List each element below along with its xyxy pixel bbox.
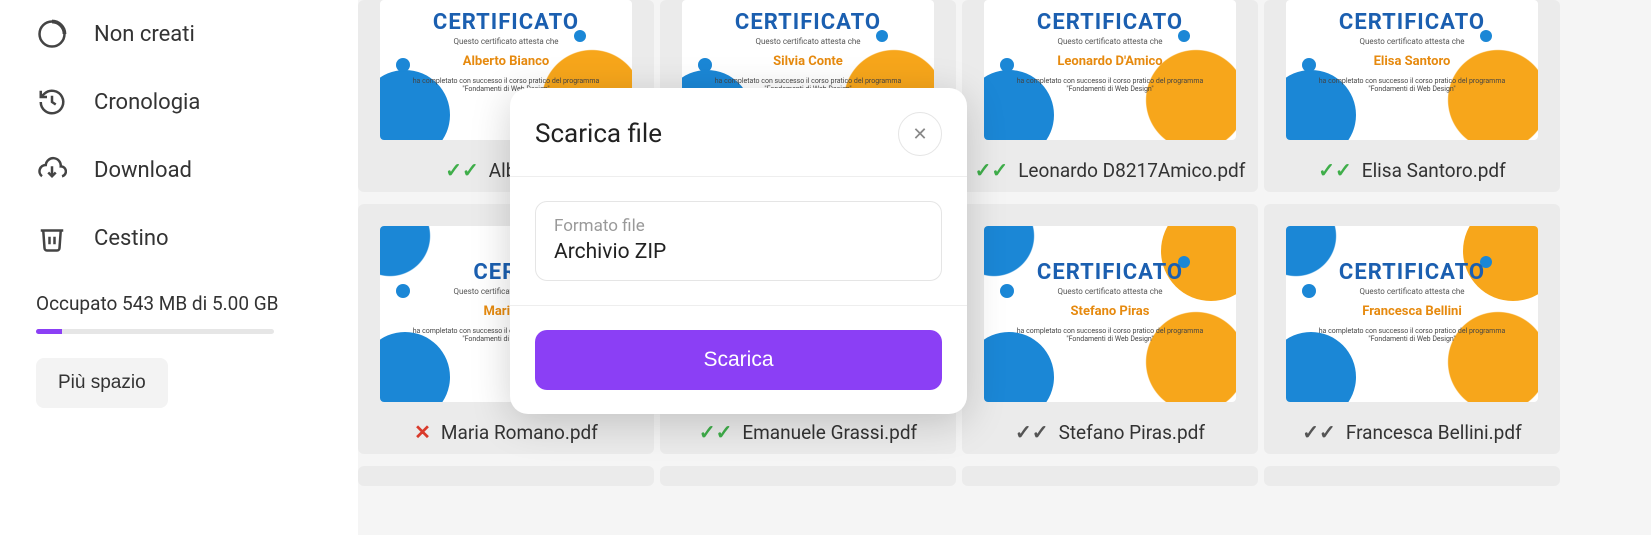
sidebar-item-label: Download [94,158,192,183]
download-modal: Scarica file ✕ Formato file Archivio ZIP… [510,88,967,414]
certificate-thumbnail: CERTIFICATO Questo certificato attesta c… [1286,226,1538,402]
select-value: Archivio ZIP [554,240,923,264]
modal-footer: Scarica [510,306,967,414]
close-icon: ✕ [912,124,927,145]
cert-person-name: Leonardo D'Amico [984,54,1236,69]
file-label-row: ✓✓ Elisa Santoro.pdf [1264,158,1560,182]
file-card[interactable] [660,466,956,486]
file-label-row: ✓✓ Emanuele Grassi.pdf [660,420,956,444]
cert-desc: ha completato con successo il corso prat… [1286,327,1538,344]
cert-heading: CERTIFICATO [1286,10,1538,35]
check-icon: ✓✓ [699,420,733,444]
modal-title: Scarica file [535,119,662,149]
file-card[interactable]: CERTIFICATO Questo certificato attesta c… [1264,0,1560,192]
cert-person-name: Alberto Bianco [380,54,632,69]
file-name: Elisa Santoro.pdf [1362,159,1506,182]
select-label: Formato file [554,216,923,236]
cert-person-name: Silvia Conte [682,54,934,69]
storage-fill [36,329,62,334]
storage-info: Occupato 543 MB di 5.00 GB Più spazio [36,292,322,408]
more-space-button[interactable]: Più spazio [36,358,168,408]
cert-heading: CERTIFICATO [380,10,632,35]
modal-body: Formato file Archivio ZIP [510,177,967,306]
cert-subtext: Questo certificato attesta che [984,287,1236,296]
cert-subtext: Questo certificato attesta che [984,37,1236,46]
certificate-thumbnail: CERTIFICATO Questo certificato attesta c… [984,0,1236,140]
close-button[interactable]: ✕ [898,112,942,156]
file-name: Emanuele Grassi.pdf [742,421,917,444]
check-icon: ✓✓ [1015,420,1049,444]
sidebar-item-cestino[interactable]: Cestino [36,204,322,272]
trash-icon [36,222,68,254]
file-label-row: ✕ Maria Romano.pdf [358,420,654,444]
file-card[interactable]: CERTIFICATO Questo certificato attesta c… [962,204,1258,454]
file-card[interactable] [962,466,1258,486]
cert-subtext: Questo certificato attesta che [1286,287,1538,296]
error-icon: ✕ [414,420,431,444]
cert-heading: CERTIFICATO [984,260,1236,285]
cert-desc: ha completato con successo il corso prat… [1286,77,1538,94]
certificate-thumbnail: CERTIFICATO Questo certificato attesta c… [1286,0,1538,140]
download-button[interactable]: Scarica [535,330,942,390]
file-label-row: ✓✓ Stefano Piras.pdf [962,420,1258,444]
check-icon: ✓✓ [1302,420,1336,444]
cert-person-name: Francesca Bellini [1286,304,1538,319]
file-card[interactable] [358,466,654,486]
file-label-row: ✓✓ Leonardo D8217Amico.pdf [962,158,1258,182]
cert-subtext: Questo certificato attesta che [1286,37,1538,46]
file-card[interactable]: CERTIFICATO Questo certificato attesta c… [1264,204,1560,454]
cert-subtext: Questo certificato attesta che [682,37,934,46]
check-icon: ✓✓ [445,158,479,182]
sidebar-item-non-creati[interactable]: Non creati [36,0,322,68]
storage-text: Occupato 543 MB di 5.00 GB [36,292,322,315]
check-icon: ✓✓ [1318,158,1352,182]
history-icon [36,86,68,118]
sidebar-item-download[interactable]: Download [36,136,322,204]
cert-subtext: Questo certificato attesta che [380,37,632,46]
file-name: Stefano Piras.pdf [1059,421,1205,444]
file-name: Maria Romano.pdf [441,421,598,444]
sidebar-item-label: Non creati [94,22,195,47]
file-name: Leonardo D8217Amico.pdf [1018,159,1245,182]
cert-desc: ha completato con successo il corso prat… [984,77,1236,94]
cloud-download-icon [36,154,68,186]
file-format-select[interactable]: Formato file Archivio ZIP [535,201,942,281]
certificate-thumbnail: CERTIFICATO Questo certificato attesta c… [984,226,1236,402]
cert-desc: ha completato con successo il corso prat… [984,327,1236,344]
sidebar-item-label: Cestino [94,226,169,251]
cert-heading: CERTIFICATO [682,10,934,35]
file-card[interactable]: CERTIFICATO Questo certificato attesta c… [962,0,1258,192]
sidebar-item-label: Cronologia [94,90,200,115]
storage-bar [36,329,274,334]
file-name: Francesca Bellini.pdf [1346,421,1522,444]
sidebar: Non creati Cronologia Download Cestino O… [0,0,358,535]
cert-heading: CERTIFICATO [1286,260,1538,285]
cert-person-name: Stefano Piras [984,304,1236,319]
check-icon: ✓✓ [975,158,1009,182]
sidebar-item-cronologia[interactable]: Cronologia [36,68,322,136]
circle-slash-icon [36,18,68,50]
cert-heading: CERTIFICATO [984,10,1236,35]
file-card[interactable] [1264,466,1560,486]
file-label-row: ✓✓ Francesca Bellini.pdf [1264,420,1560,444]
modal-header: Scarica file ✕ [510,88,967,177]
cert-person-name: Elisa Santoro [1286,54,1538,69]
